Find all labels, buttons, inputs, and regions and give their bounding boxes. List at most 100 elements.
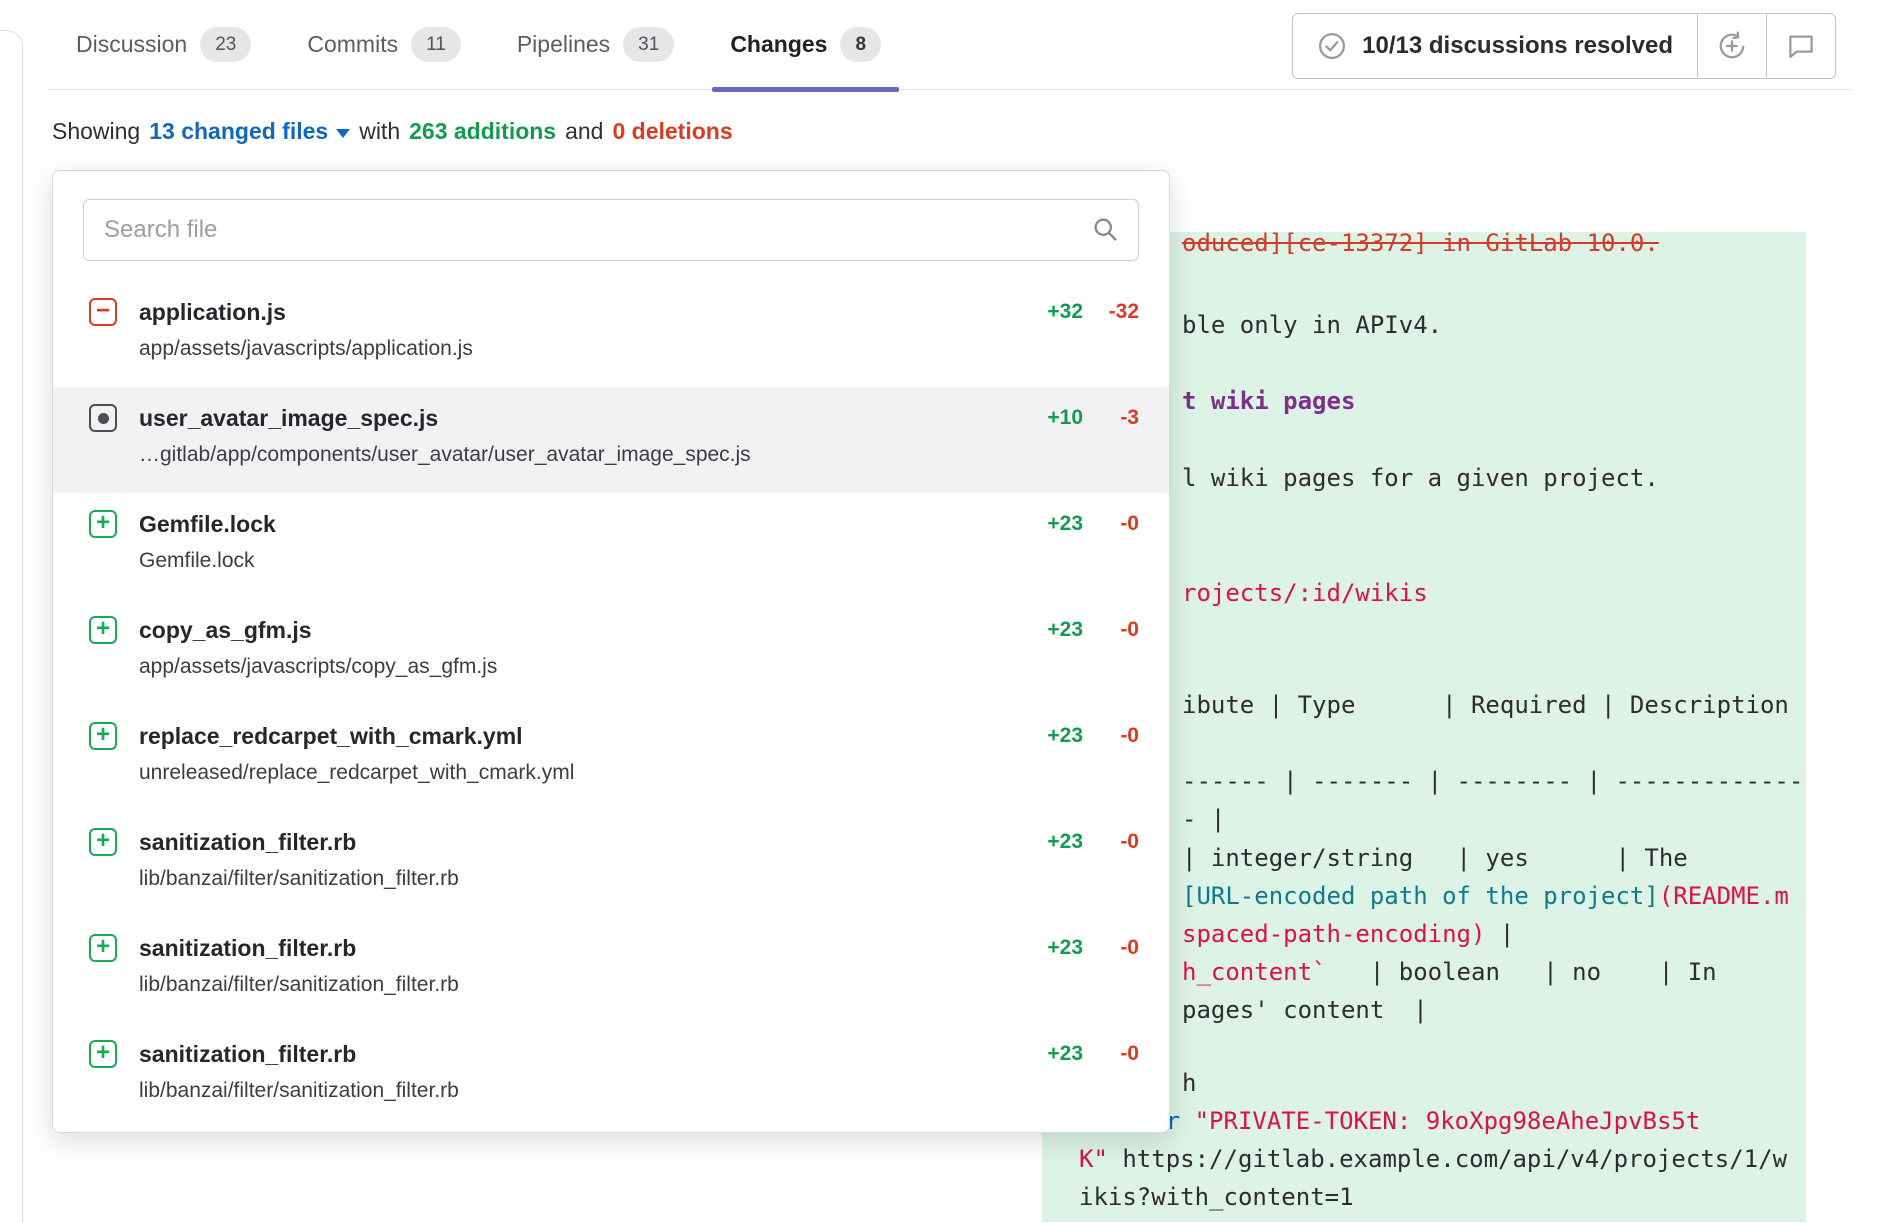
diff-text: | boolean | no | In: [1327, 958, 1717, 986]
comment-bubble-icon: [1786, 31, 1816, 61]
file-list-item[interactable]: + copy_as_gfm.js app/assets/javascripts/…: [53, 599, 1169, 705]
added-lines-count: +23: [1019, 933, 1083, 963]
file-name: sanitization_filter.rb: [139, 827, 999, 857]
added-lines-count: +10: [1019, 403, 1083, 433]
file-added-icon: +: [89, 934, 117, 962]
removed-lines-count: -0: [1083, 721, 1139, 751]
changed-files-dropdown-toggle[interactable]: 13 changed files: [149, 118, 350, 145]
diff-heading-text: t wiki pages: [1182, 387, 1355, 415]
diff-text: ------ | ------- | -------- | ----------…: [1182, 767, 1806, 795]
diff-text: pages' content |: [1182, 996, 1428, 1024]
search-icon: [1091, 215, 1119, 243]
tab-count-badge: 31: [623, 27, 674, 62]
resolve-in-new-issue-button[interactable]: [1697, 13, 1767, 79]
tab-discussion[interactable]: Discussion 23: [48, 0, 279, 89]
diff-line: ibute | Type | Required | Description: [1182, 686, 1789, 724]
diff-line: ------ | ------- | -------- | ----------…: [1182, 762, 1806, 800]
diff-text: h: [1182, 1069, 1196, 1097]
changed-files-link-label: 13 changed files: [149, 118, 328, 145]
diff-line: spaced-path-encoding) |: [1182, 915, 1514, 953]
file-change-counts: +23 -0: [1019, 1039, 1139, 1069]
file-list-item[interactable]: − application.js app/assets/javascripts/…: [53, 281, 1169, 387]
file-info: user_avatar_image_spec.js …gitlab/app/co…: [139, 403, 999, 469]
diff-text: ibute | Type | Required | Description: [1182, 691, 1789, 719]
diff-string-text: K": [1079, 1145, 1108, 1173]
diff-code-text: h_content`: [1182, 958, 1327, 986]
file-added-icon: +: [89, 722, 117, 750]
diff-link-text: [URL-encoded path of the project]: [1182, 882, 1659, 910]
new-comment-button[interactable]: [1766, 13, 1836, 79]
header-actions: 10/13 discussions resolved: [1292, 13, 1836, 79]
tab-count-badge: 23: [200, 27, 251, 62]
added-lines-count: +32: [1019, 297, 1083, 327]
file-list-item[interactable]: + Gemfile.lock Gemfile.lock +23 -0: [53, 493, 1169, 599]
tab-count-badge: 8: [840, 27, 881, 62]
diff-line: t wiki pages: [1182, 382, 1355, 420]
discussions-resolved-label: 10/13 discussions resolved: [1362, 32, 1673, 60]
additions-count: 263 additions: [409, 118, 556, 145]
summary-conjunction: and: [565, 118, 603, 145]
removed-lines-count: -0: [1083, 1039, 1139, 1069]
tab-changes[interactable]: Changes 8: [702, 0, 909, 89]
removed-lines-count: -32: [1083, 297, 1139, 327]
triangle-down-icon: [336, 129, 350, 138]
tab-commits[interactable]: Commits 11: [279, 0, 488, 89]
search-file-input[interactable]: [83, 199, 1139, 261]
removed-lines-count: -0: [1083, 509, 1139, 539]
file-removed-icon: −: [89, 298, 117, 326]
diff-text: | integer/string | yes | The: [1182, 844, 1688, 872]
file-info: Gemfile.lock Gemfile.lock: [139, 509, 999, 575]
file-added-icon: +: [89, 828, 117, 856]
added-lines-count: +23: [1019, 615, 1083, 645]
search-field-wrap: [83, 199, 1139, 261]
diff-text: l wiki pages for a given project.: [1182, 464, 1659, 492]
tab-pipelines[interactable]: Pipelines 31: [489, 0, 702, 89]
circular-arrow-plus-icon: [1717, 31, 1747, 61]
diff-text: |: [1485, 920, 1514, 948]
file-list-item[interactable]: + sanitization_filter.rb lib/banzai/filt…: [53, 1023, 1169, 1129]
file-info: application.js app/assets/javascripts/ap…: [139, 297, 999, 363]
diff-text: - |: [1182, 805, 1225, 833]
removed-lines-count: -0: [1083, 933, 1139, 963]
file-name: application.js: [139, 297, 999, 327]
file-change-counts: +23 -0: [1019, 509, 1139, 539]
file-path: lib/banzai/filter/sanitization_filter.rb: [139, 1077, 999, 1105]
file-change-counts: +10 -3: [1019, 403, 1139, 433]
file-path: Gemfile.lock: [139, 547, 999, 575]
diff-code-text: rojects/:id/wikis: [1182, 579, 1428, 607]
file-change-counts: +23 -0: [1019, 721, 1139, 751]
file-name: sanitization_filter.rb: [139, 933, 999, 963]
diff-line: [URL-encoded path of the project](README…: [1182, 877, 1789, 915]
file-list-item[interactable]: + replace_redcarpet_with_cmark.yml unrel…: [53, 705, 1169, 811]
diff-line: oduced][ce-13372] in GitLab 10.0.: [1182, 232, 1659, 262]
file-list-item[interactable]: + sanitization_filter.rb lib/banzai/filt…: [53, 917, 1169, 1023]
removed-lines-count: -0: [1083, 615, 1139, 645]
page-edge-decoration: [0, 30, 23, 1223]
diff-line: ble only in APIv4.: [1182, 306, 1442, 344]
summary-prefix: Showing: [52, 118, 140, 145]
file-list-item-selected[interactable]: user_avatar_image_spec.js …gitlab/app/co…: [53, 387, 1169, 493]
file-path: unreleased/replace_redcarpet_with_cmark.…: [139, 759, 999, 787]
diff-line: l wiki pages for a given project.: [1182, 459, 1659, 497]
file-added-icon: +: [89, 1040, 117, 1068]
file-path: lib/banzai/filter/sanitization_filter.rb: [139, 865, 999, 893]
diff-line: h_content` | boolean | no | In: [1182, 953, 1717, 991]
file-path: app/assets/javascripts/copy_as_gfm.js: [139, 653, 999, 681]
tab-label: Changes: [730, 31, 827, 58]
file-info: sanitization_filter.rb lib/banzai/filter…: [139, 827, 999, 893]
file-info: sanitization_filter.rb lib/banzai/filter…: [139, 933, 999, 999]
diff-line: | integer/string | yes | The: [1182, 839, 1688, 877]
diff-text: https://gitlab.example.com/api/v4/projec…: [1108, 1145, 1787, 1173]
file-name: user_avatar_image_spec.js: [139, 403, 999, 433]
file-added-icon: +: [89, 616, 117, 644]
file-list-item[interactable]: + sanitization_filter.rb lib/banzai/filt…: [53, 811, 1169, 917]
file-change-counts: +23 -0: [1019, 615, 1139, 645]
file-path: app/assets/javascripts/application.js: [139, 335, 999, 363]
diff-line: - |: [1182, 800, 1225, 838]
file-name: Gemfile.lock: [139, 509, 999, 539]
file-name: sanitization_filter.rb: [139, 1039, 999, 1069]
tab-label: Commits: [307, 31, 398, 58]
file-info: copy_as_gfm.js app/assets/javascripts/co…: [139, 615, 999, 681]
check-circle-icon: [1317, 31, 1347, 61]
file-modified-icon: [89, 404, 117, 432]
